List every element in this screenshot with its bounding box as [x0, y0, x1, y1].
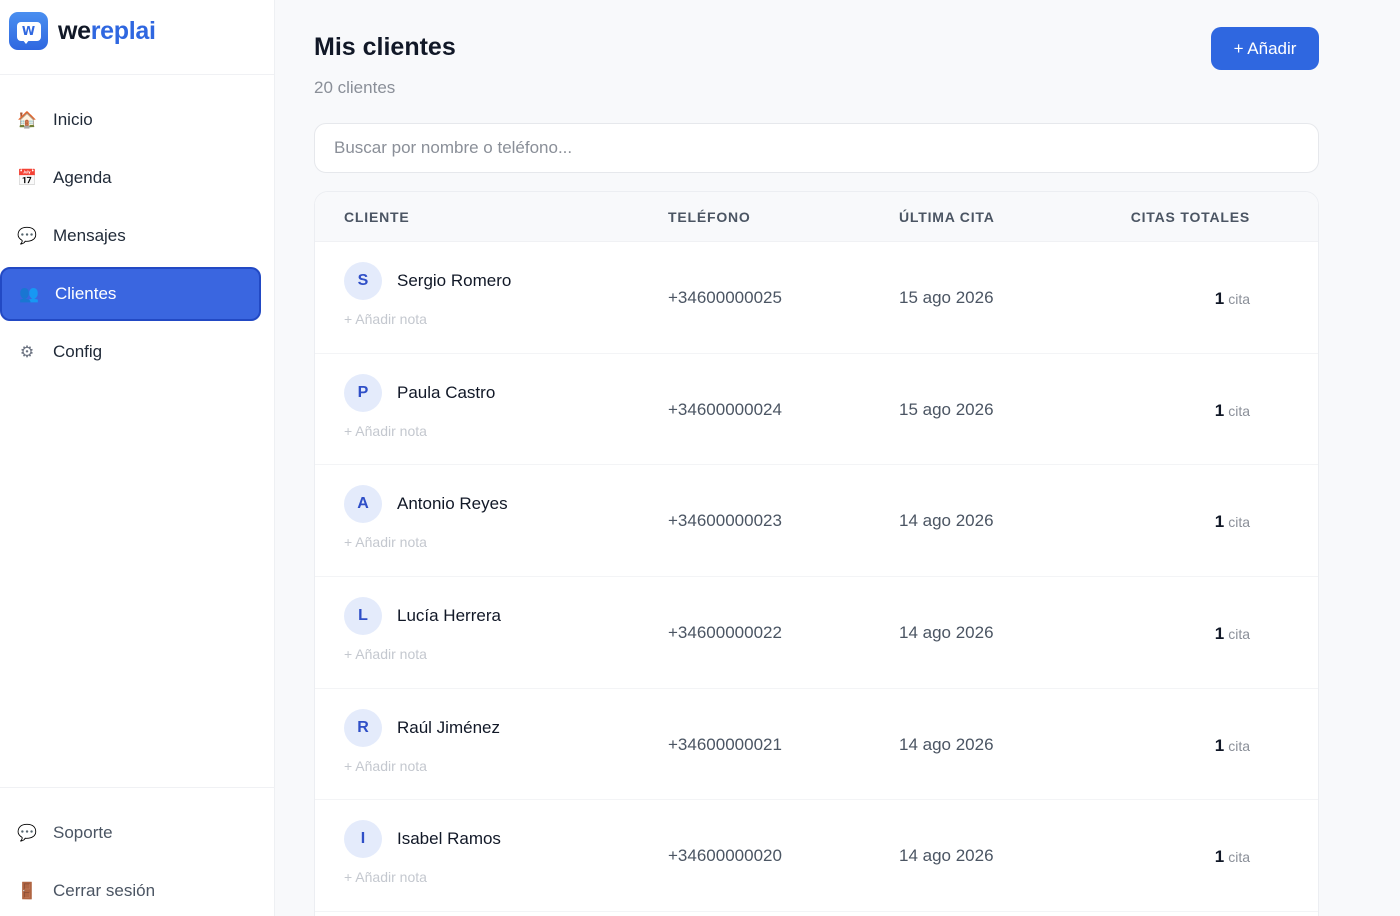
- avatar: A: [344, 485, 382, 524]
- total-unit: cita: [1228, 737, 1250, 754]
- last-appointment: 14 ago 2026: [899, 623, 994, 643]
- page-title: Mis clientes: [314, 33, 456, 61]
- client-name[interactable]: Lucía Herrera: [397, 606, 501, 626]
- client-name[interactable]: Sergio Romero: [397, 271, 511, 291]
- client-phone: +34600000022: [668, 623, 782, 643]
- total-appointments: 1 cita: [1215, 512, 1250, 532]
- total-count: 1: [1214, 400, 1225, 420]
- column-header-last-appointment[interactable]: ÚLTIMA CITA: [899, 209, 995, 225]
- sidebar-nav: 🏠 Inicio 📅 Agenda 💬 Mensajes 👥 Clientes …: [0, 93, 275, 383]
- calendar-icon: 📅: [17, 170, 37, 187]
- last-appointment: 14 ago 2026: [899, 734, 994, 754]
- door-icon: 🚪: [17, 883, 37, 900]
- last-appointment: 15 ago 2026: [899, 288, 994, 307]
- table-row[interactable]: I Isabel Ramos + Añadir nota +3460000002…: [315, 800, 1318, 913]
- sidebar: W wereplai 🏠 Inicio 📅 Agenda 💬 Mensajes …: [0, 0, 275, 916]
- sidebar-item-logout[interactable]: 🚪 Cerrar sesión: [0, 864, 261, 916]
- last-appointment: 15 ago 2026: [899, 399, 994, 419]
- sidebar-item-label: Soporte: [53, 823, 113, 842]
- support-icon: 💬: [17, 825, 37, 842]
- column-header-phone[interactable]: TELÉFONO: [668, 209, 751, 225]
- brand-name: wereplai: [58, 17, 156, 46]
- last-appointment: 14 ago 2026: [899, 511, 994, 531]
- add-note-link[interactable]: + Añadir nota: [344, 869, 427, 885]
- clients-table: CLIENTE TELÉFONO ÚLTIMA CITA CITAS TOTAL…: [314, 191, 1319, 916]
- main-content: Mis clientes 20 clientes + Añadir CLIENT…: [275, 0, 1400, 916]
- total-unit: cita: [1228, 626, 1250, 643]
- avatar: L: [344, 597, 382, 636]
- users-icon: 👥: [19, 286, 39, 303]
- client-name[interactable]: Raúl Jiménez: [397, 718, 500, 738]
- add-note-link[interactable]: + Añadir nota: [344, 758, 427, 774]
- client-name[interactable]: Isabel Ramos: [397, 829, 501, 849]
- add-note-link[interactable]: + Añadir nota: [344, 646, 427, 662]
- sidebar-item-label: Inicio: [53, 110, 93, 129]
- sidebar-item-agenda[interactable]: 📅 Agenda: [0, 151, 261, 205]
- total-unit: cita: [1228, 514, 1250, 531]
- total-unit: cita: [1228, 849, 1250, 866]
- total-appointments: 1 cita: [1215, 736, 1250, 756]
- column-header-client[interactable]: CLIENTE: [344, 209, 410, 225]
- client-name[interactable]: Antonio Reyes: [397, 494, 508, 514]
- sidebar-item-config[interactable]: ⚙ Config: [0, 325, 261, 379]
- sidebar-item-soporte[interactable]: 💬 Soporte: [0, 806, 261, 860]
- logo-letter: W: [16, 21, 41, 41]
- avatar: P: [344, 373, 382, 412]
- avatar: R: [344, 708, 382, 747]
- table-row[interactable]: S Sergio Romero + Añadir nota +346000000…: [315, 242, 1318, 354]
- total-count: 1: [1214, 289, 1225, 308]
- client-phone: +34600000023: [668, 511, 782, 531]
- chat-icon: 💬: [17, 228, 37, 245]
- total-unit: cita: [1228, 402, 1250, 419]
- total-appointments: 1 cita: [1215, 289, 1250, 309]
- client-count: 20 clientes: [314, 78, 396, 97]
- brand[interactable]: W wereplai: [0, 0, 274, 75]
- total-unit: cita: [1228, 291, 1250, 307]
- home-icon: 🏠: [17, 112, 37, 129]
- add-note-link[interactable]: + Añadir nota: [344, 534, 427, 550]
- sidebar-item-label: Config: [53, 342, 103, 361]
- search-input[interactable]: [314, 123, 1319, 173]
- total-appointments: 1 cita: [1215, 624, 1250, 644]
- avatar: I: [344, 820, 382, 859]
- last-appointment: 14 ago 2026: [899, 846, 994, 866]
- client-phone: +34600000020: [668, 846, 782, 866]
- column-header-total-appointments[interactable]: CITAS TOTALES: [1131, 209, 1250, 225]
- brand-suffix: replai: [90, 16, 156, 45]
- logo-icon: W: [9, 12, 48, 50]
- table-row[interactable]: P Paula Castro + Añadir nota +3460000002…: [315, 354, 1318, 466]
- sidebar-footer: 💬 Soporte 🚪 Cerrar sesión: [0, 787, 275, 916]
- table-row[interactable]: R Raúl Jiménez + Añadir nota +3460000002…: [315, 689, 1318, 801]
- total-appointments: 1 cita: [1215, 847, 1250, 867]
- gear-icon: ⚙: [19, 344, 35, 361]
- total-count: 1: [1214, 512, 1225, 532]
- sidebar-item-label: Mensajes: [53, 226, 126, 245]
- total-appointments: 1 cita: [1215, 401, 1250, 421]
- table-header: CLIENTE TELÉFONO ÚLTIMA CITA CITAS TOTAL…: [315, 192, 1318, 242]
- add-client-button[interactable]: + Añadir: [1211, 27, 1319, 70]
- client-phone: +34600000021: [668, 734, 782, 754]
- total-count: 1: [1214, 847, 1225, 867]
- add-note-link[interactable]: + Añadir nota: [344, 423, 427, 439]
- client-phone: +34600000024: [668, 399, 782, 419]
- add-note-link[interactable]: + Añadir nota: [344, 311, 427, 327]
- sidebar-item-label: Agenda: [53, 168, 112, 187]
- sidebar-item-label: Cerrar sesión: [53, 881, 156, 900]
- table-row[interactable]: L Lucía Herrera + Añadir nota +346000000…: [315, 577, 1318, 689]
- sidebar-item-mensajes[interactable]: 💬 Mensajes: [0, 209, 261, 263]
- total-count: 1: [1214, 735, 1225, 755]
- brand-prefix: we: [58, 16, 91, 45]
- client-phone: +34600000025: [668, 288, 782, 307]
- sidebar-item-inicio[interactable]: 🏠 Inicio: [0, 93, 261, 147]
- table-row[interactable]: A Antonio Reyes + Añadir nota +346000000…: [315, 465, 1318, 578]
- total-count: 1: [1214, 624, 1225, 644]
- avatar: S: [344, 262, 382, 300]
- client-name[interactable]: Paula Castro: [397, 383, 495, 403]
- sidebar-item-label: Clientes: [55, 284, 117, 303]
- sidebar-item-clientes[interactable]: 👥 Clientes: [0, 267, 261, 321]
